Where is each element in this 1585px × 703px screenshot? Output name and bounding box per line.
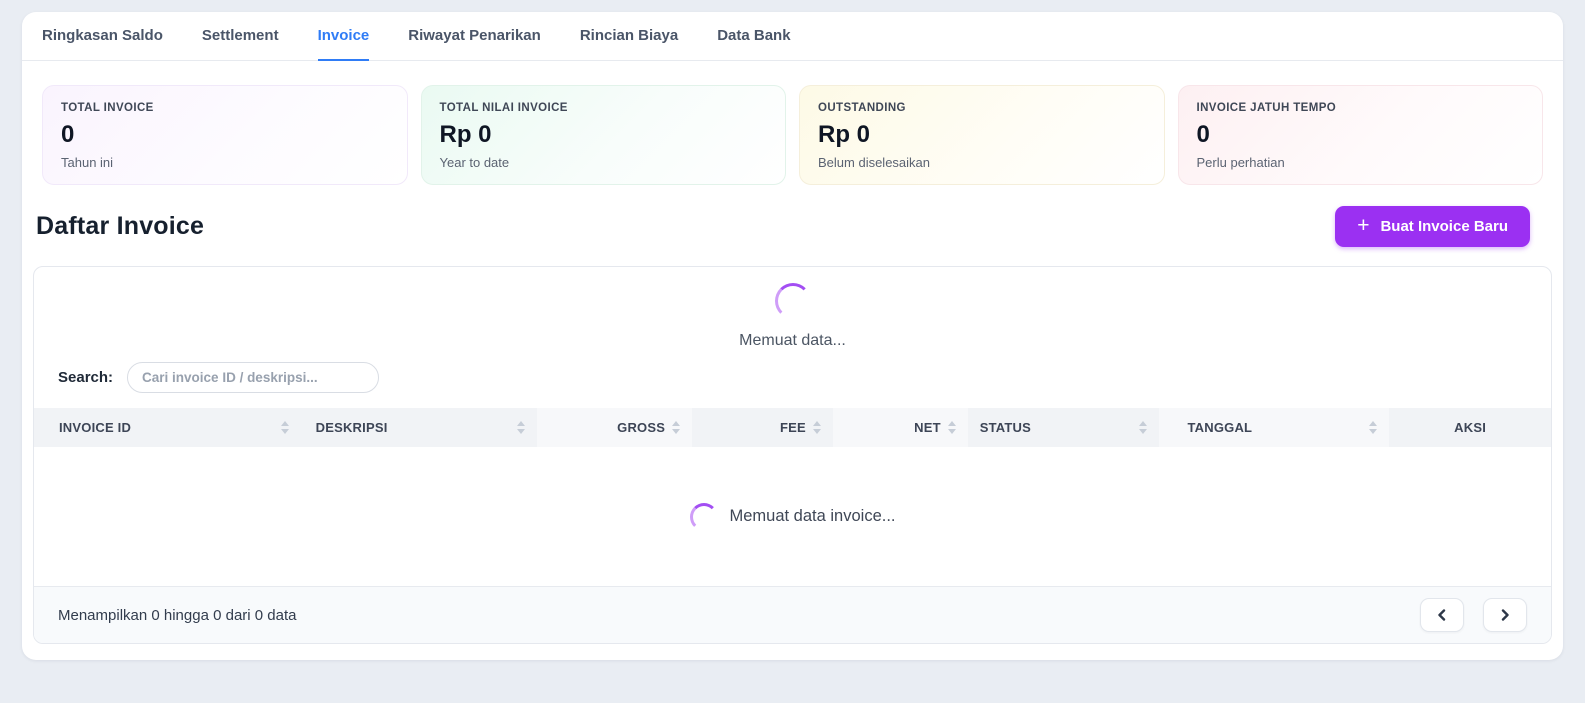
sort-arrows-icon[interactable] [1139, 421, 1147, 434]
loading-text: Memuat data... [34, 332, 1551, 350]
table-body-loading: Memuat data invoice... [34, 447, 1551, 586]
chevron-left-icon [1436, 609, 1448, 621]
sort-arrows-icon[interactable] [672, 421, 680, 434]
column-header-gross[interactable]: GROSS [537, 408, 692, 447]
loading-spinner-icon [690, 503, 718, 531]
stat-label: INVOICE JATUH TEMPO [1197, 102, 1525, 114]
plus-icon: + [1357, 215, 1369, 236]
column-label: NET [914, 420, 941, 435]
stat-caption: Year to date [440, 155, 768, 170]
table-footer: Menampilkan 0 hingga 0 dari 0 data [34, 586, 1551, 643]
sort-arrows-icon[interactable] [517, 421, 525, 434]
column-header-fee[interactable]: FEE [692, 408, 833, 447]
pagination-controls [1420, 598, 1527, 632]
column-label: STATUS [980, 420, 1031, 435]
stat-value: 0 [61, 121, 389, 149]
stat-card-invoice-jatuh-tempo: INVOICE JATUH TEMPO 0 Perlu perhatian [1178, 85, 1544, 185]
column-header-net[interactable]: NET [833, 408, 968, 447]
sort-arrows-icon[interactable] [1369, 421, 1377, 434]
loading-spinner-icon [775, 283, 811, 319]
stat-value: Rp 0 [818, 121, 1146, 149]
sort-arrows-icon[interactable] [281, 421, 289, 434]
stat-value: Rp 0 [440, 121, 768, 149]
column-label: FEE [780, 420, 806, 435]
invoice-section-header: Daftar Invoice + Buat Invoice Baru [22, 185, 1563, 266]
stat-label: TOTAL INVOICE [61, 102, 389, 114]
tab-riwayat-penarikan[interactable]: Riwayat Penarikan [408, 12, 541, 61]
previous-page-button[interactable] [1420, 598, 1464, 632]
column-header-aksi: AKSI [1389, 408, 1551, 447]
column-header-invoice-id[interactable]: INVOICE ID [34, 408, 301, 447]
stat-caption: Perlu perhatian [1197, 155, 1525, 170]
column-label: INVOICE ID [59, 420, 131, 435]
summary-loading-block: Memuat data... [34, 267, 1551, 358]
tab-ringkasan-saldo[interactable]: Ringkasan Saldo [42, 12, 163, 61]
column-label: GROSS [617, 420, 665, 435]
stat-card-total-nilai-invoice: TOTAL NILAI INVOICE Rp 0 Year to date [421, 85, 787, 185]
create-invoice-button-label: Buat Invoice Baru [1380, 218, 1508, 235]
tab-settlement[interactable]: Settlement [202, 12, 279, 61]
table-loading-text: Memuat data invoice... [730, 507, 896, 526]
sort-arrows-icon[interactable] [948, 421, 956, 434]
invoice-table-panel: Memuat data... Search: INVOICE ID DESKRI… [33, 266, 1552, 644]
sort-arrows-icon[interactable] [813, 421, 821, 434]
column-label: DESKRIPSI [316, 420, 388, 435]
column-label: AKSI [1454, 420, 1486, 435]
column-header-status[interactable]: STATUS [968, 408, 1160, 447]
tab-rincian-biaya[interactable]: Rincian Biaya [580, 12, 678, 61]
pagination-summary: Menampilkan 0 hingga 0 dari 0 data [58, 607, 297, 624]
search-row: Search: [34, 358, 1551, 408]
search-label: Search: [58, 369, 113, 386]
stat-label: TOTAL NILAI INVOICE [440, 102, 768, 114]
main-panel: Ringkasan Saldo Settlement Invoice Riway… [22, 12, 1563, 660]
tab-bar: Ringkasan Saldo Settlement Invoice Riway… [22, 12, 1563, 61]
next-page-button[interactable] [1483, 598, 1527, 632]
stat-cards-row: TOTAL INVOICE 0 Tahun ini TOTAL NILAI IN… [22, 61, 1563, 185]
stat-card-outstanding: OUTSTANDING Rp 0 Belum diselesaikan [799, 85, 1165, 185]
stat-card-total-invoice: TOTAL INVOICE 0 Tahun ini [42, 85, 408, 185]
page-title: Daftar Invoice [36, 212, 204, 241]
column-header-tanggal[interactable]: TANGGAL [1159, 408, 1389, 447]
stat-caption: Belum diselesaikan [818, 155, 1146, 170]
tab-data-bank[interactable]: Data Bank [717, 12, 790, 61]
column-header-deskripsi[interactable]: DESKRIPSI [301, 408, 538, 447]
stat-label: OUTSTANDING [818, 102, 1146, 114]
column-label: TANGGAL [1187, 420, 1252, 435]
tab-invoice[interactable]: Invoice [318, 12, 370, 61]
create-invoice-button[interactable]: + Buat Invoice Baru [1335, 206, 1530, 247]
stat-caption: Tahun ini [61, 155, 389, 170]
table-header-row: INVOICE ID DESKRIPSI GROSS FEE NET [34, 408, 1551, 447]
search-input[interactable] [127, 362, 379, 393]
chevron-right-icon [1499, 609, 1511, 621]
stat-value: 0 [1197, 121, 1525, 149]
